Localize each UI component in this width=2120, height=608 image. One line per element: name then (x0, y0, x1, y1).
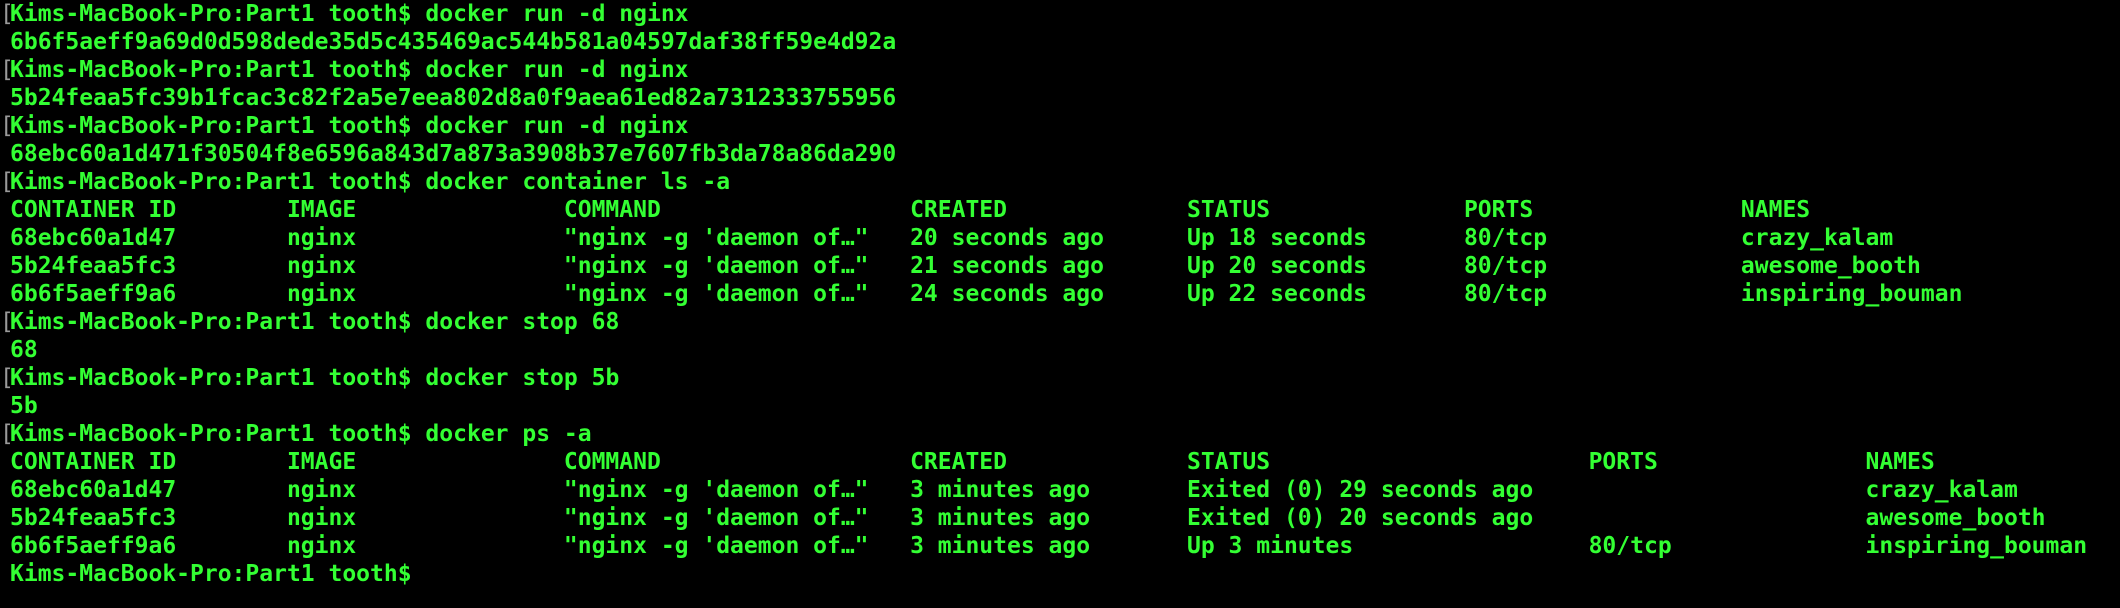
command-output: 68 (10, 337, 38, 363)
shell-prompt: Kims-MacBook-Pro:Part1 tooth$ (10, 309, 412, 335)
shell-prompt: Kims-MacBook-Pro:Part1 tooth$ (10, 57, 412, 83)
command-output: CONTAINER ID IMAGE COMMAND CREATED STATU… (10, 449, 1935, 475)
command-output: 5b24feaa5fc3 nginx "nginx -g 'daemon of…… (10, 505, 2046, 531)
line-marker-bracket: [ (0, 113, 14, 139)
shell-prompt: Kims-MacBook-Pro:Part1 tooth$ (10, 169, 412, 195)
shell-prompt: Kims-MacBook-Pro:Part1 tooth$ (10, 421, 412, 447)
terminal-prompt-line: [Kims-MacBook-Pro:Part1 tooth$ docker st… (0, 364, 2120, 392)
terminal-output-line: 6b6f5aeff9a6 nginx "nginx -g 'daemon of…… (10, 532, 2120, 560)
terminal-output-line: 5b24feaa5fc3 nginx "nginx -g 'daemon of…… (10, 252, 2120, 280)
command-output: 6b6f5aeff9a69d0d598dede35d5c435469ac544b… (10, 29, 897, 55)
terminal-output-line: 68ebc60a1d47 nginx "nginx -g 'daemon of…… (10, 224, 2120, 252)
terminal-output-line: 5b (10, 392, 2120, 420)
shell-command: docker container ls -a (411, 169, 731, 195)
command-output: 68ebc60a1d47 nginx "nginx -g 'daemon of…… (10, 225, 1894, 251)
terminal-prompt-line: [Kims-MacBook-Pro:Part1 tooth$ docker st… (0, 308, 2120, 336)
terminal-window[interactable]: [Kims-MacBook-Pro:Part1 tooth$ docker ru… (0, 0, 2120, 608)
command-output: 5b24feaa5fc3 nginx "nginx -g 'daemon of…… (10, 253, 1921, 279)
terminal-prompt-line: Kims-MacBook-Pro:Part1 tooth$ (10, 560, 2120, 588)
shell-prompt: Kims-MacBook-Pro:Part1 tooth$ (10, 1, 412, 27)
shell-prompt: Kims-MacBook-Pro:Part1 tooth$ (10, 113, 412, 139)
line-marker-bracket: [ (0, 57, 14, 83)
terminal-output-line: 6b6f5aeff9a69d0d598dede35d5c435469ac544b… (10, 28, 2120, 56)
terminal-output-line: CONTAINER ID IMAGE COMMAND CREATED STATU… (10, 448, 2120, 476)
line-marker-bracket: [ (0, 365, 14, 391)
command-output: 6b6f5aeff9a6 nginx "nginx -g 'daemon of…… (10, 533, 2088, 559)
terminal-output-line: 5b24feaa5fc39b1fcac3c82f2a5e7eea802d8a0f… (10, 84, 2120, 112)
command-output: CONTAINER ID IMAGE COMMAND CREATED STATU… (10, 197, 1811, 223)
terminal-prompt-line: [Kims-MacBook-Pro:Part1 tooth$ docker ru… (0, 112, 2120, 140)
terminal-output-line: 68ebc60a1d47 nginx "nginx -g 'daemon of…… (10, 476, 2120, 504)
command-output: 5b (10, 393, 38, 419)
shell-command: docker stop 5b (411, 365, 620, 391)
line-marker-bracket: [ (0, 1, 14, 27)
line-marker-bracket: [ (0, 309, 14, 335)
shell-command: docker run -d nginx (411, 1, 689, 27)
shell-command: docker stop 68 (411, 309, 620, 335)
shell-command: docker run -d nginx (411, 113, 689, 139)
command-output: 68ebc60a1d471f30504f8e6596a843d7a873a390… (10, 141, 897, 167)
terminal-output-line: 68 (10, 336, 2120, 364)
terminal-prompt-line: [Kims-MacBook-Pro:Part1 tooth$ docker co… (0, 168, 2120, 196)
line-marker-bracket: [ (0, 421, 14, 447)
terminal-output-line: CONTAINER ID IMAGE COMMAND CREATED STATU… (10, 196, 2120, 224)
shell-prompt: Kims-MacBook-Pro:Part1 tooth$ (10, 561, 412, 587)
terminal-prompt-line: [Kims-MacBook-Pro:Part1 tooth$ docker ru… (0, 0, 2120, 28)
command-output: 68ebc60a1d47 nginx "nginx -g 'daemon of…… (10, 477, 2018, 503)
command-output: 5b24feaa5fc39b1fcac3c82f2a5e7eea802d8a0f… (10, 85, 897, 111)
command-output: 6b6f5aeff9a6 nginx "nginx -g 'daemon of…… (10, 281, 1963, 307)
shell-command: docker ps -a (411, 421, 592, 447)
terminal-prompt-line: [Kims-MacBook-Pro:Part1 tooth$ docker ru… (0, 56, 2120, 84)
shell-command: docker run -d nginx (411, 57, 689, 83)
terminal-output-line: 6b6f5aeff9a6 nginx "nginx -g 'daemon of…… (10, 280, 2120, 308)
terminal-output-line: 5b24feaa5fc3 nginx "nginx -g 'daemon of…… (10, 504, 2120, 532)
terminal-output: [Kims-MacBook-Pro:Part1 tooth$ docker ru… (0, 0, 2120, 588)
terminal-prompt-line: [Kims-MacBook-Pro:Part1 tooth$ docker ps… (0, 420, 2120, 448)
line-marker-bracket: [ (0, 169, 14, 195)
shell-prompt: Kims-MacBook-Pro:Part1 tooth$ (10, 365, 412, 391)
terminal-output-line: 68ebc60a1d471f30504f8e6596a843d7a873a390… (10, 140, 2120, 168)
